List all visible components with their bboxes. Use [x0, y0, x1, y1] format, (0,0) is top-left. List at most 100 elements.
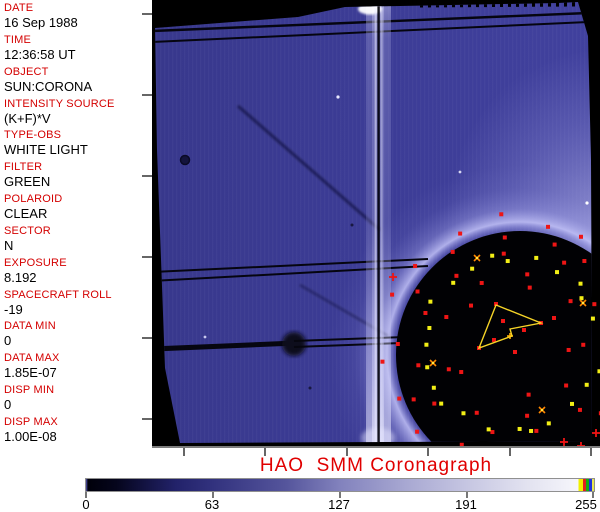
- yellow-fiducial-dot: [590, 316, 595, 321]
- plot-title: HAO SMM Coronagraph: [259, 455, 493, 476]
- meta-label: OBJECT: [4, 65, 49, 78]
- meta-filter: FILTER GREEN: [0, 159, 152, 191]
- red-fiducial-dot: [469, 303, 474, 308]
- red-fiducial-dot: [390, 292, 395, 297]
- meta-sector: SECTOR N: [0, 223, 152, 255]
- red-fiducial-dot: [499, 212, 504, 217]
- colorbar-label-63: 63: [204, 497, 220, 512]
- meta-value: N: [4, 237, 14, 253]
- meta-label: INTENSITY SOURCE: [4, 97, 115, 110]
- coronagraph-image: [152, 0, 600, 446]
- red-fiducial-dot: [522, 328, 526, 332]
- red-fiducial-dot: [411, 397, 416, 402]
- yellow-fiducial-dot: [424, 342, 429, 347]
- speck-star: [585, 201, 589, 205]
- speck-star: [458, 170, 462, 174]
- meta-label: TIME: [4, 33, 32, 46]
- meta-label: DATA MAX: [4, 352, 60, 365]
- meta-value: 16 Sep 1988: [4, 15, 78, 30]
- red-fiducial-dot: [566, 347, 571, 352]
- meta-value: 8.192: [4, 269, 37, 285]
- colorbar-label-0: 0: [82, 497, 90, 512]
- meta-value: SUN:CORONA: [4, 78, 93, 94]
- red-fiducial-dot: [525, 272, 530, 277]
- meta-value: 0: [4, 397, 12, 413]
- red-fiducial-dot: [501, 319, 505, 323]
- meta-value: 12:36:58 UT: [4, 46, 76, 62]
- yellow-fiducial-dot: [505, 259, 510, 264]
- red-fiducial-dot: [568, 299, 573, 304]
- meta-time: TIME 12:36:58 UT: [0, 32, 152, 64]
- yellow-fiducial-dot: [425, 365, 430, 370]
- red-fiducial-dot: [546, 224, 551, 229]
- yellow-fiducial-dot: [470, 266, 475, 271]
- yellow-fiducial-dot: [428, 299, 433, 304]
- dust-speck: [350, 223, 354, 227]
- red-fiducial-dot: [526, 392, 531, 397]
- meta-data-max: DATA MAX 1.85E-07: [0, 350, 152, 382]
- red-fiducial-dot: [416, 363, 421, 368]
- meta-label: POLAROID: [4, 193, 63, 206]
- yellow-fiducial-dot: [578, 281, 583, 286]
- red-fiducial-dot: [527, 285, 532, 290]
- yellow-fiducial-dot: [570, 401, 575, 406]
- red-fiducial-dot: [459, 442, 464, 446]
- red-fiducial-dot: [415, 289, 420, 294]
- meta-value: 0: [4, 333, 12, 349]
- red-fiducial-dot: [592, 302, 597, 307]
- red-fiducial-dot: [534, 428, 539, 433]
- exposure-frame: [155, 2, 592, 443]
- red-fiducial-dot: [458, 231, 463, 236]
- colorbar-label-191: 191: [455, 497, 477, 512]
- yellow-fiducial-dot: [427, 325, 432, 330]
- speck-star: [203, 335, 207, 339]
- colorbar-label-255: 255: [575, 497, 597, 512]
- smm-coronagraph-viewer: DATE 16 Sep 1988 TIME 12:36:58 UT OBJECT…: [0, 0, 600, 512]
- meta-label: DISP MAX: [4, 415, 58, 428]
- red-fiducial-dot: [423, 310, 428, 315]
- meta-exposure: EXPOSURE 8.192: [0, 255, 152, 287]
- yellow-fiducial-dot: [546, 421, 551, 426]
- red-fiducial-dot: [564, 383, 569, 388]
- meta-label: FILTER: [4, 161, 43, 174]
- meta-value: CLEAR: [4, 206, 48, 222]
- axis-tick: [142, 175, 152, 177]
- meta-polaroid: POLAROID CLEAR: [0, 191, 152, 223]
- yellow-fiducial-dot: [529, 428, 534, 433]
- axis-tick: [142, 13, 152, 15]
- meta-label: SPACECRAFT ROLL: [4, 288, 112, 301]
- red-fiducial-dot: [502, 235, 507, 240]
- red-fiducial-dot: [479, 280, 484, 285]
- meta-intensity-source: INTENSITY SOURCE (K+F)*V: [0, 96, 152, 128]
- meta-value: WHITE LIGHT: [4, 142, 88, 158]
- streak-bright-left: [374, 8, 377, 443]
- red-fiducial-dot: [413, 264, 418, 269]
- meta-value: -19: [4, 301, 23, 317]
- axis-tick: [142, 418, 152, 420]
- yellow-fiducial-dot: [451, 280, 456, 285]
- red-fiducial-dot: [513, 350, 517, 354]
- axis-tick: [142, 94, 152, 96]
- yellow-fiducial-dot: [584, 382, 589, 387]
- streak-bright-right: [380, 8, 383, 443]
- red-fiducial-dot: [474, 410, 479, 415]
- meta-value: GREEN: [4, 174, 51, 190]
- meta-label: DATE: [4, 2, 34, 14]
- metadata-sidebar: DATE 16 Sep 1988 TIME 12:36:58 UT OBJECT…: [0, 0, 152, 512]
- red-fiducial-dot: [552, 242, 557, 247]
- yellow-fiducial-dot: [461, 411, 466, 416]
- meta-label: EXPOSURE: [4, 256, 67, 269]
- coronagraph-image-panel: [152, 0, 600, 448]
- red-fiducial-dot: [450, 249, 455, 254]
- yellow-fiducial-dot: [555, 270, 560, 275]
- red-fiducial-dot: [432, 401, 437, 406]
- meta-disp-max: DISP MAX 1.00E-08: [0, 414, 152, 446]
- speck-star: [336, 95, 340, 99]
- dust-speck: [308, 386, 312, 390]
- meta-value: 1.85E-07: [4, 365, 57, 381]
- streak-dark-line: [377, 5, 380, 443]
- red-fiducial-dot: [501, 251, 506, 256]
- red-fiducial-dot: [395, 342, 400, 347]
- red-fiducial-dot: [380, 359, 385, 364]
- meta-value: (K+F)*V: [4, 110, 51, 126]
